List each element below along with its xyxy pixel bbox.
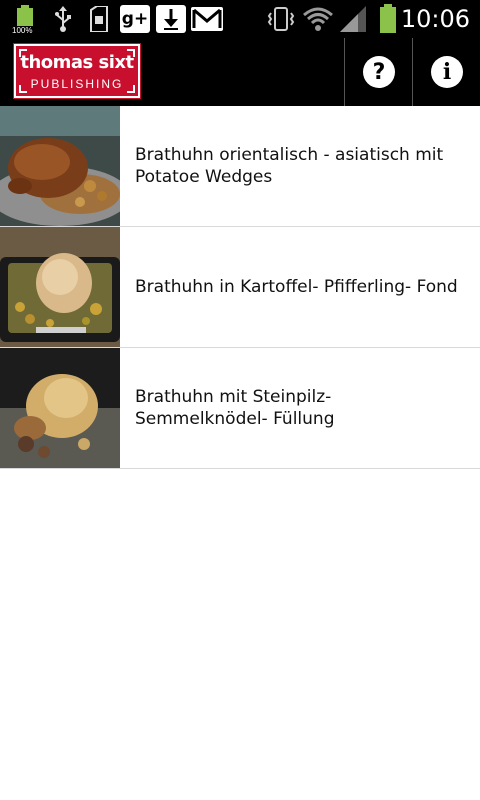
logo-subtitle: PUBLISHING (30, 77, 124, 91)
signal-icon (336, 0, 370, 38)
action-bar: thomas sixt PUBLISHING ? i (0, 38, 480, 106)
gmail-icon (190, 0, 224, 38)
help-button[interactable]: ? (346, 38, 412, 106)
recipe-thumbnail (0, 227, 120, 347)
usb-icon (48, 0, 78, 38)
battery-percent: 100% (12, 26, 33, 35)
download-icon (156, 0, 186, 38)
action-divider (412, 38, 413, 106)
sd-card-icon (84, 0, 114, 38)
clock: 10:06 (400, 5, 470, 33)
list-item[interactable]: Brathuhn in Kartoffel- Pfifferling- Fond (0, 227, 480, 348)
recipe-title: Brathuhn mit Steinpilz- Semmelknödel- Fü… (135, 387, 335, 429)
battery-icon (374, 0, 402, 38)
info-button[interactable]: i (414, 38, 480, 106)
list-item[interactable]: Brathuhn mit Steinpilz- Semmelknödel- Fü… (0, 348, 480, 469)
status-bar: 100% g+ 10:06 (0, 0, 480, 38)
wifi-icon (300, 0, 336, 38)
action-divider (344, 38, 345, 106)
recipe-thumbnail (0, 106, 120, 226)
recipe-title: Brathuhn orientalisch - asiatisch mit Po… (135, 145, 444, 187)
google-plus-icon: g+ (118, 0, 152, 38)
recipe-list: Brathuhn orientalisch - asiatisch mit Po… (0, 106, 480, 469)
thomas-sixt-logo: thomas sixt PUBLISHING (13, 43, 141, 99)
help-icon: ? (363, 56, 395, 88)
recipe-title: Brathuhn in Kartoffel- Pfifferling- Fond (135, 277, 458, 297)
logo-title: thomas sixt (20, 52, 134, 73)
vibrate-icon (264, 0, 298, 38)
info-icon: i (431, 56, 463, 88)
list-item[interactable]: Brathuhn orientalisch - asiatisch mit Po… (0, 106, 480, 227)
recipe-thumbnail (0, 348, 120, 468)
